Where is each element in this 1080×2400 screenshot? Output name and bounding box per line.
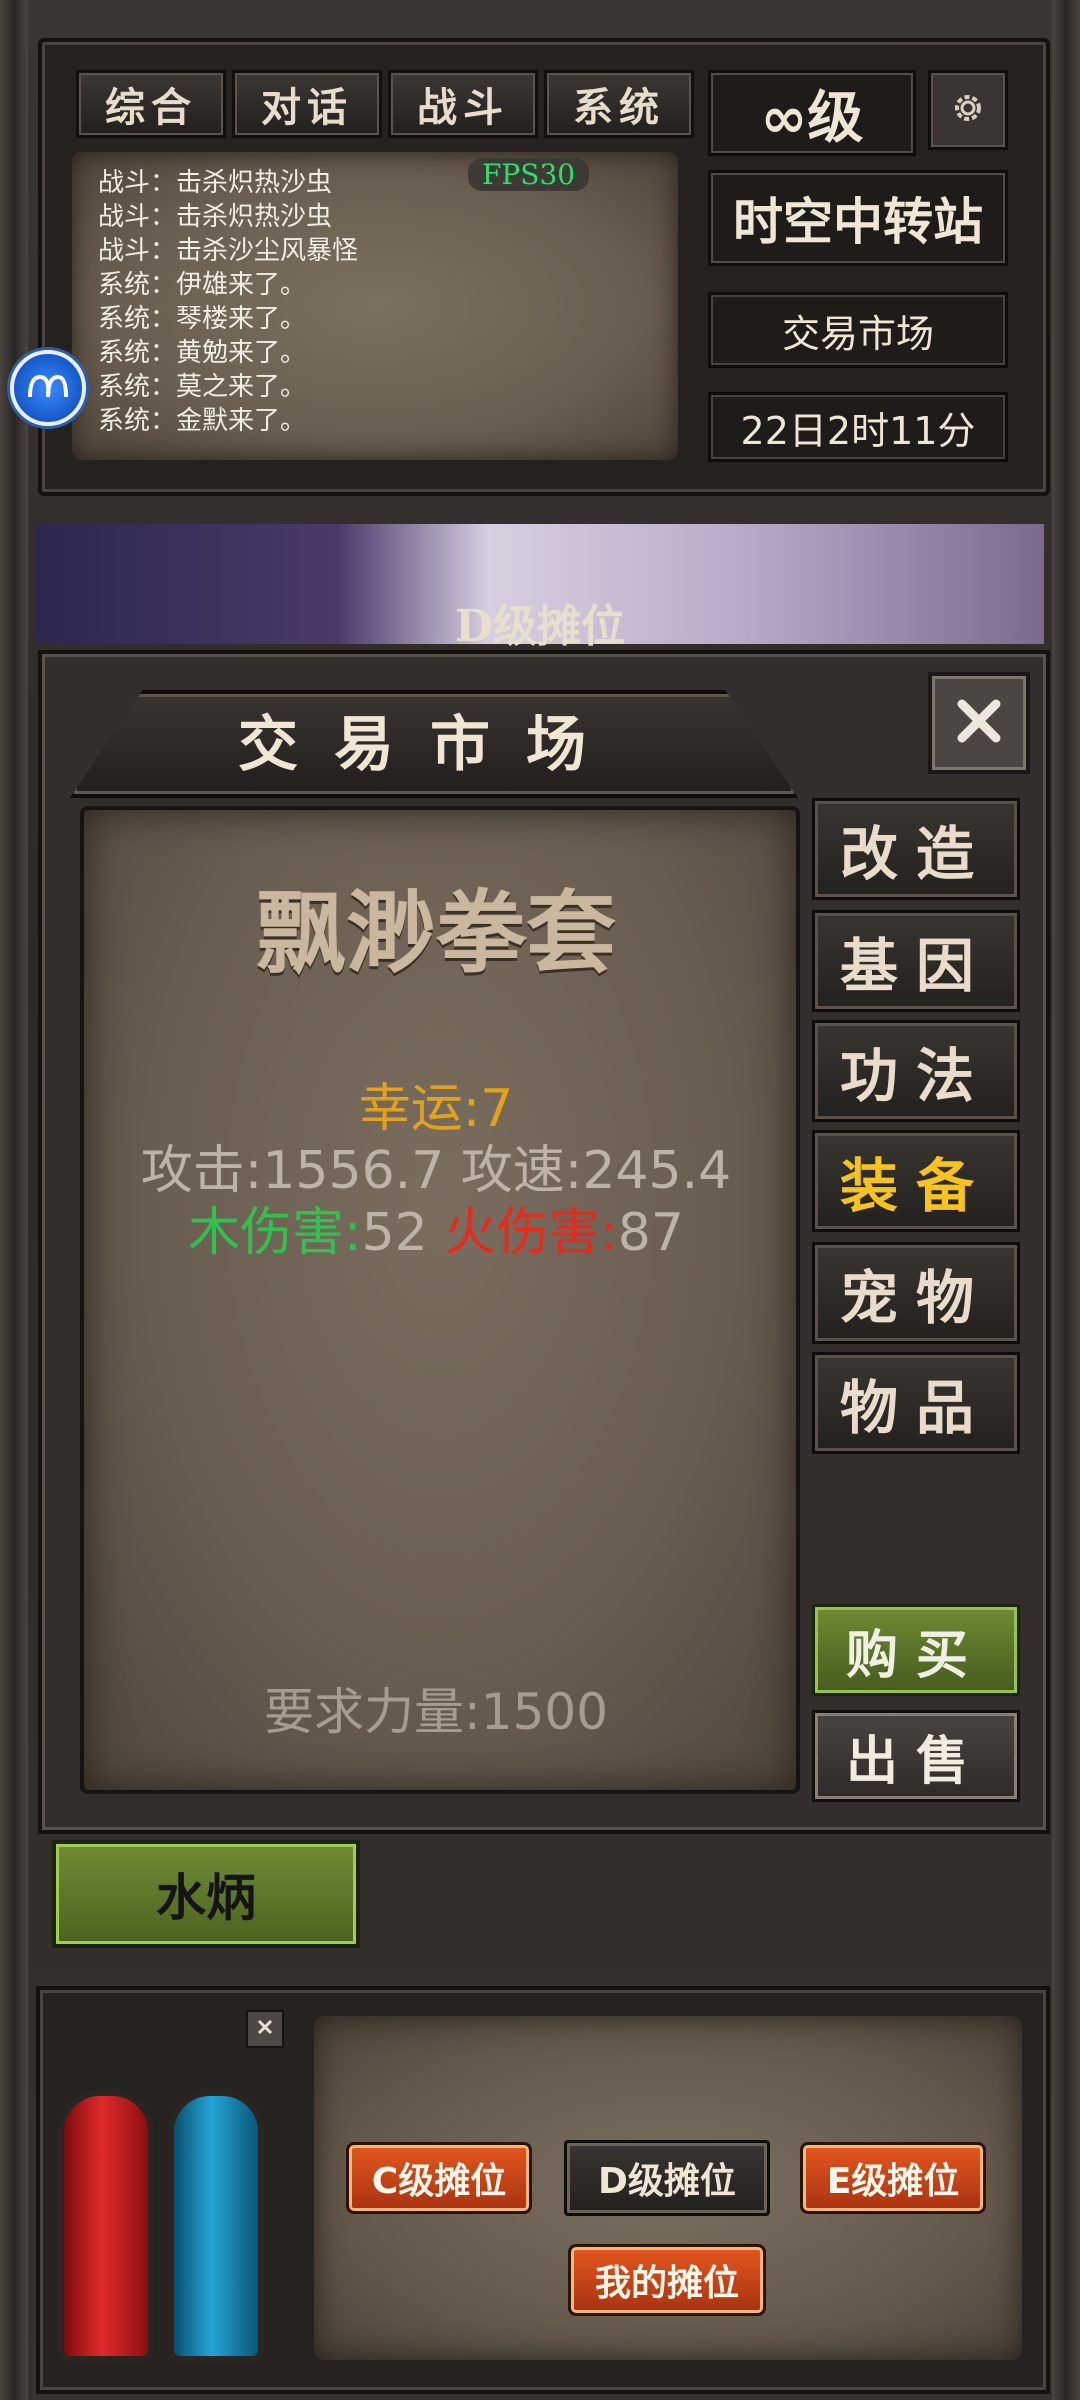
item-element-stats: 木伤害:52 火伤害:87 [80, 1202, 792, 1264]
stall-d-button[interactable]: D级摊位 [564, 2140, 770, 2216]
stall-e-button[interactable]: E级摊位 [800, 2142, 986, 2214]
buy-button[interactable]: 购买 [812, 1604, 1020, 1696]
category-skill[interactable]: 功法 [812, 1020, 1020, 1122]
market-shortcut-button[interactable]: 交易市场 [708, 292, 1008, 368]
wood-damage-label: 木伤害: [188, 1203, 362, 1263]
stall-c-button[interactable]: C级摊位 [346, 2142, 532, 2214]
category-item[interactable]: 物品 [812, 1352, 1020, 1454]
tab-system[interactable]: 系统 [544, 70, 694, 138]
gear-icon [948, 88, 988, 132]
hp-gauge [58, 2090, 154, 2362]
item-requirement: 要求力量:1500 [263, 1683, 609, 1741]
chat-message: 系统：伊雄来了。 [98, 270, 307, 300]
item-name: 飘渺拳套 [256, 880, 616, 986]
my-stall-button[interactable]: 我的摊位 [568, 2244, 766, 2316]
close-icon [952, 694, 1006, 752]
fire-damage-label: 火伤害: [444, 1203, 618, 1263]
chat-message: 战斗：击杀炽热沙虫 [98, 168, 333, 198]
top-panel: 综合 对话 战斗 系统 FPS30 战斗：击杀炽热沙虫 战斗：击杀炽热沙虫 战斗… [38, 38, 1050, 496]
fire-damage-value: 87 [617, 1203, 684, 1263]
category-equipment[interactable]: 装备 [812, 1130, 1020, 1232]
chat-message: 战斗：击杀炽热沙虫 [98, 202, 333, 232]
category-modify[interactable]: 改造 [812, 798, 1020, 900]
chat-message: 战斗：击杀沙尘风暴怪 [98, 236, 359, 266]
hp-mp-gauges [40, 2010, 280, 2362]
collapse-button[interactable] [246, 2010, 284, 2048]
tab-battle[interactable]: 战斗 [388, 70, 538, 138]
tab-dialog[interactable]: 对话 [232, 70, 382, 138]
close-icon [255, 2017, 275, 2041]
category-gene[interactable]: 基因 [812, 910, 1020, 1012]
wood-damage-value: 52 [361, 1203, 428, 1263]
mp-gauge [168, 2090, 264, 2362]
chat-message: 系统：黄勉来了。 [98, 338, 307, 368]
chat-message: 系统：琴楼来了。 [98, 304, 307, 334]
level-display: ∞级 [708, 70, 916, 156]
assistant-float-button[interactable] [10, 350, 86, 426]
sell-button[interactable]: 出售 [812, 1710, 1020, 1802]
settings-button[interactable] [928, 70, 1008, 150]
location-name: 时空中转站 [708, 170, 1008, 266]
category-pet[interactable]: 宠物 [812, 1242, 1020, 1344]
tab-all[interactable]: 综合 [76, 70, 226, 138]
robot-face-icon [26, 371, 70, 405]
close-button[interactable] [928, 672, 1030, 774]
item-luck-stat: 幸运:7 [358, 1079, 514, 1139]
right-border [1052, 0, 1080, 2400]
player-name-button[interactable]: 水炳 [52, 1840, 360, 1948]
item-attack-stat: 攻击:1556.7 攻速:245.4 [140, 1141, 732, 1201]
game-time: 22日2时11分 [708, 392, 1008, 462]
market-title: 交易市场 [238, 710, 622, 780]
scene-stall-title: D级摊位 [454, 601, 626, 652]
fps-counter: FPS30 [468, 158, 590, 191]
chat-log[interactable]: FPS30 战斗：击杀炽热沙虫 战斗：击杀炽热沙虫 战斗：击杀沙尘风暴怪 系统：… [72, 152, 678, 460]
chat-message: 系统：莫之来了。 [98, 372, 307, 402]
chat-message: 系统：金默来了。 [98, 406, 307, 436]
